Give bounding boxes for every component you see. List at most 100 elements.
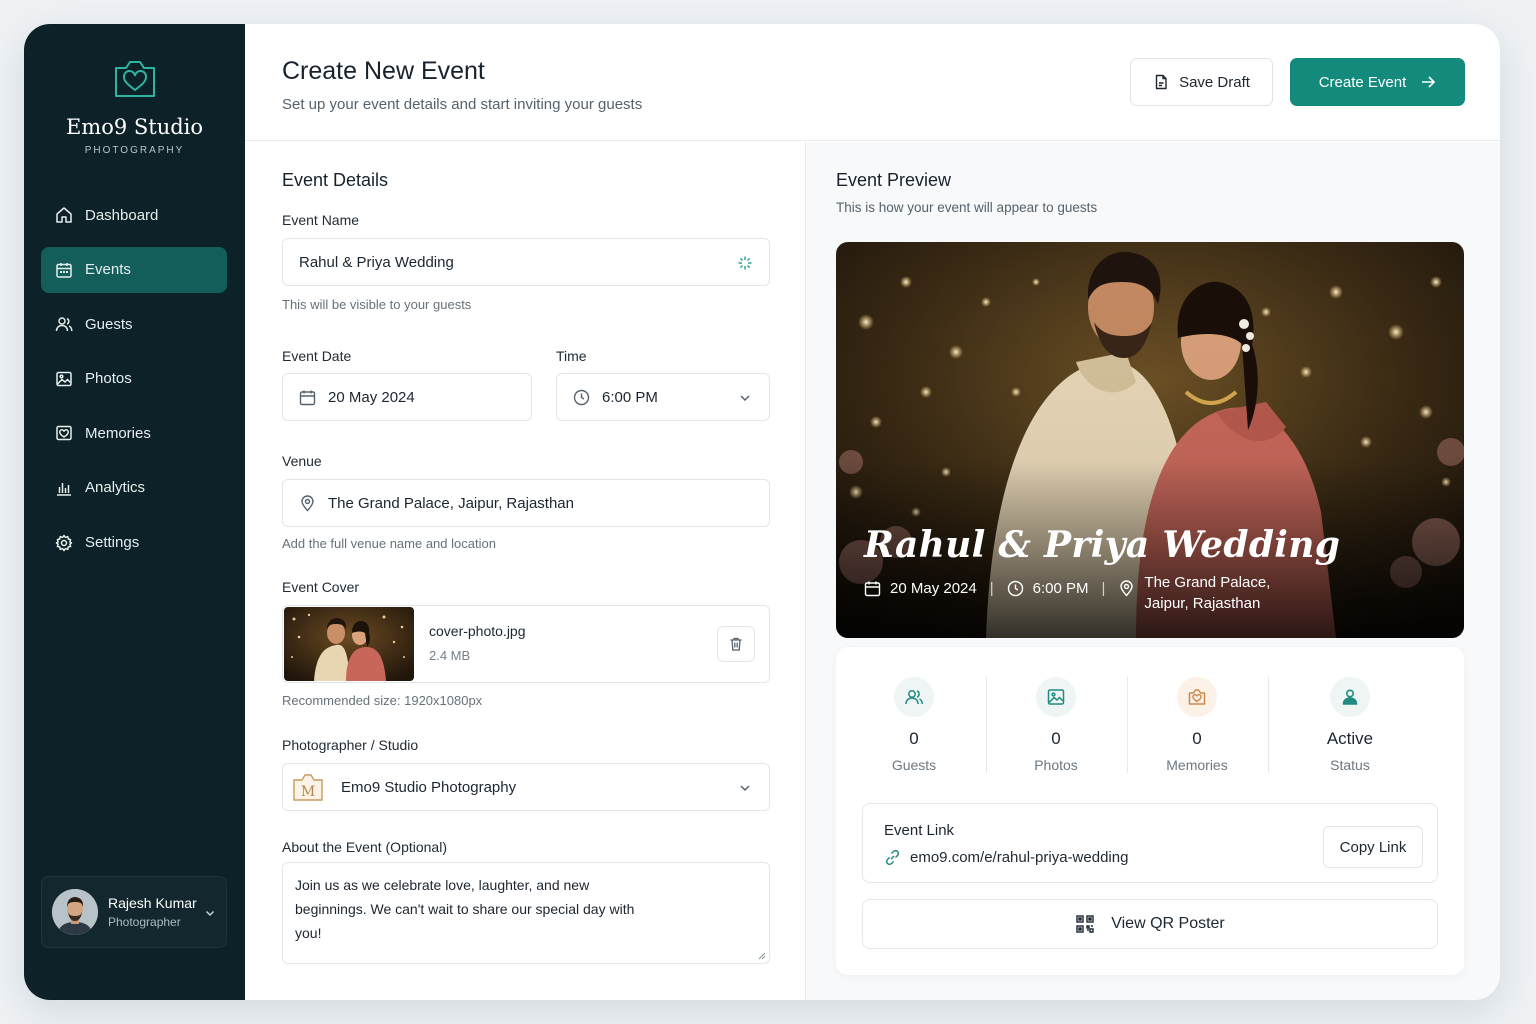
cover-upload: cover-photo.jpg 2.4 MB: [282, 605, 770, 683]
document-icon: [1155, 74, 1167, 90]
content-split: Event Details Event Name Rahul & Priya W…: [245, 142, 1500, 1000]
sidebar-item-guests[interactable]: Guests: [41, 301, 227, 347]
create-event-button[interactable]: Create Event: [1290, 58, 1465, 106]
stat-label: Photos: [1034, 757, 1078, 773]
image-icon: [1047, 689, 1065, 705]
event-link-title: Event Link: [884, 822, 955, 839]
brand-tagline: PHOTOGRAPHY: [84, 145, 185, 156]
photographer-value: Emo9 Studio Photography: [341, 778, 517, 796]
user-menu[interactable]: Rajesh Kumar Photographer: [41, 876, 227, 948]
sidebar-item-analytics[interactable]: Analytics: [41, 465, 227, 511]
time-label: Time: [556, 348, 587, 364]
cover-thumbnail: [284, 607, 414, 681]
about-label: About the Event (Optional): [282, 839, 447, 855]
sidebar-item-events[interactable]: Events: [41, 246, 227, 293]
section-title: Event Details: [282, 170, 389, 190]
sidebar-item-dashboard[interactable]: Dashboard: [41, 192, 227, 238]
stat-value: Active: [1326, 729, 1374, 748]
gear-icon: [55, 534, 73, 551]
hero-time: 6:00 PM: [1032, 580, 1089, 597]
stat-photos: 0 Photos: [986, 677, 1126, 773]
event-link-url[interactable]: emo9.com/e/rahul-priya-wedding: [884, 849, 1128, 866]
event-date-label: Event Date: [282, 348, 352, 364]
sidebar-item-photos[interactable]: Photos: [41, 356, 227, 402]
view-qr-label: View QR Poster: [1111, 915, 1225, 932]
memories-icon: [1188, 689, 1206, 705]
sidebar-item-label: Settings: [85, 534, 140, 552]
hero-event-title: Rahul & Priya Wedding: [864, 524, 1341, 566]
meta-separator: |: [1101, 580, 1106, 597]
event-details-form: Event Details Event Name Rahul & Priya W…: [245, 142, 806, 1000]
cover-filename: cover-photo.jpg: [429, 623, 526, 639]
page-subtitle: Set up your event details and start invi…: [282, 96, 643, 113]
save-draft-button[interactable]: Save Draft: [1130, 58, 1273, 106]
location-pin-icon: [1120, 580, 1134, 597]
app-window: Emo9 Studio PHOTOGRAPHY Dashboard Events…: [24, 24, 1500, 1000]
users-icon: [905, 690, 924, 705]
event-name-hint: This will be visible to your guests: [282, 297, 472, 312]
arrow-right-icon: [1422, 76, 1436, 88]
save-draft-label: Save Draft: [1179, 73, 1250, 91]
time-value: 6:00 PM: [602, 388, 658, 406]
brand-name: Emo9 Studio: [65, 115, 204, 139]
stat-label: Guests: [891, 757, 937, 773]
time-select[interactable]: 6:00 PM: [556, 373, 770, 421]
memories-icon: [56, 426, 72, 441]
event-stats-card: 0 Guests 0 Photos 0 Memories Active Stat…: [836, 647, 1464, 975]
sidebar-item-label: Guests: [85, 315, 133, 333]
sidebar-item-label: Events: [85, 261, 131, 279]
link-icon: [885, 849, 900, 866]
event-link-text: emo9.com/e/rahul-priya-wedding: [910, 849, 1129, 866]
chevron-down-icon: [740, 785, 750, 792]
stat-label: Status: [1330, 757, 1370, 773]
stat-value: 0: [1192, 729, 1202, 748]
hero-date: 20 May 2024: [890, 580, 977, 597]
about-textarea[interactable]: Join us as we celebrate love, laughter, …: [282, 862, 770, 964]
clock-icon: [1007, 580, 1023, 597]
resize-handle-icon[interactable]: [758, 952, 766, 960]
stat-icon: [894, 677, 934, 717]
sidebar: Emo9 Studio PHOTOGRAPHY Dashboard Events…: [24, 24, 245, 1000]
svg-text:M: M: [301, 784, 315, 800]
photographer-select[interactable]: M Emo9 Studio Photography: [282, 763, 770, 811]
hero-event-meta: 20 May 2024 | 6:00 PM | The Grand Palace…: [864, 574, 1270, 614]
venue-input[interactable]: The Grand Palace, Jaipur, Rajasthan: [282, 479, 770, 527]
stat-icon: [1036, 677, 1076, 717]
delete-cover-button[interactable]: [717, 626, 755, 662]
about-value: Join us as we celebrate love, laughter, …: [295, 877, 635, 941]
hero-venue-line2: Jaipur, Rajasthan: [1144, 595, 1261, 612]
event-date-value: 20 May 2024: [328, 388, 415, 406]
stat-icon: [1330, 677, 1370, 717]
copy-link-button[interactable]: Copy Link: [1323, 826, 1423, 868]
event-cover-label: Event Cover: [282, 579, 360, 595]
event-name-input[interactable]: Rahul & Priya Wedding: [282, 238, 770, 286]
sidebar-item-label: Memories: [85, 424, 151, 442]
avatar: [52, 889, 98, 935]
image-icon: [56, 371, 72, 387]
page-header: Create New Event Set up your event detai…: [245, 24, 1500, 141]
stat-value: 0: [1051, 729, 1061, 748]
calendar-icon: [864, 581, 881, 597]
chevron-down-icon: [740, 395, 750, 402]
home-icon: [56, 207, 72, 223]
meta-separator: |: [989, 580, 994, 597]
sidebar-item-settings[interactable]: Settings: [41, 520, 227, 566]
event-name-value: Rahul & Priya Wedding: [299, 253, 454, 271]
create-event-label: Create Event: [1318, 73, 1407, 91]
cover-hint: Recommended size: 1920x1080px: [282, 693, 483, 708]
studio-logo-icon: M: [293, 774, 323, 801]
stat-value: 0: [909, 729, 919, 748]
chevron-down-icon: [205, 910, 215, 917]
sidebar-item-label: Analytics: [85, 479, 146, 497]
event-date-input[interactable]: 20 May 2024: [282, 373, 532, 421]
divider: [1268, 677, 1269, 773]
user-name: Rajesh Kumar: [108, 895, 197, 911]
preview-hero-image: Rahul & Priya Wedding 20 May 2024 | 6:00…: [836, 242, 1464, 638]
camera-heart-logo-icon: [114, 61, 155, 97]
view-qr-poster-button[interactable]: View QR Poster: [862, 899, 1438, 949]
sparkle-icon: [738, 256, 752, 270]
user-icon: [1342, 689, 1358, 705]
sidebar-item-label: Dashboard: [85, 206, 159, 224]
sidebar-item-memories[interactable]: Memories: [41, 410, 227, 456]
venue-value: The Grand Palace, Jaipur, Rajasthan: [328, 494, 574, 512]
